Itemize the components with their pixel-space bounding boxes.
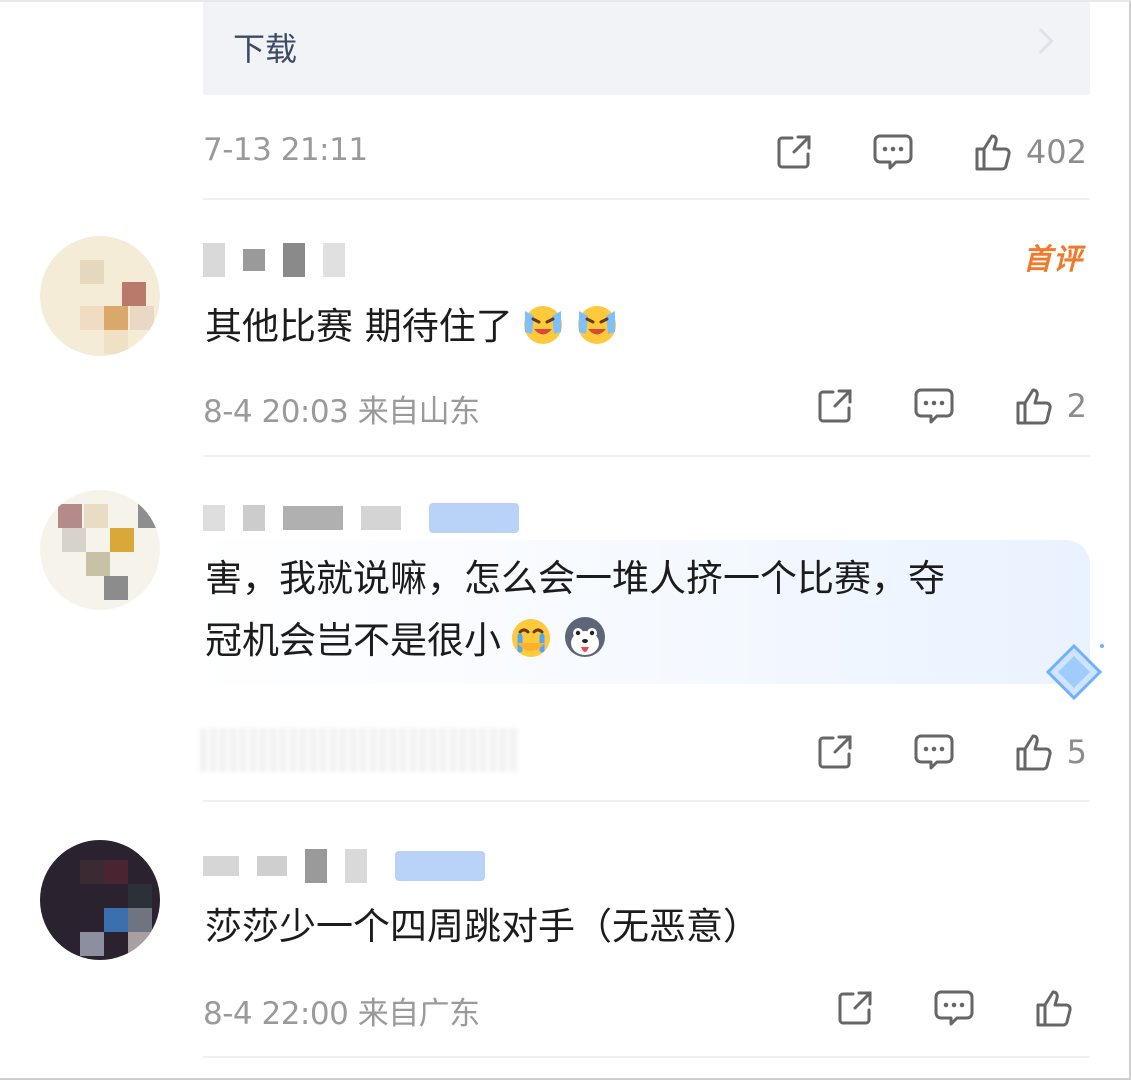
- comment-text-body: 其他比赛 期待住了: [205, 305, 513, 348]
- share-button[interactable]: [815, 732, 855, 772]
- comment-text-line-2-body: 冠机会岂不是很小: [205, 619, 501, 662]
- share-icon: [818, 389, 852, 423]
- post-actions: 402: [774, 130, 1087, 174]
- comment-meta-redacted: [200, 728, 520, 772]
- vip-name-tag: [395, 851, 485, 881]
- download-label: 下载: [233, 30, 298, 68]
- like-count: 2: [1066, 387, 1087, 425]
- first-comment-badge: 首评: [1022, 242, 1083, 276]
- avatar[interactable]: [40, 490, 160, 610]
- username-redacted[interactable]: [203, 240, 363, 280]
- like-button[interactable]: 5: [1013, 731, 1087, 773]
- divider: [203, 198, 1090, 200]
- share-icon: [818, 735, 852, 769]
- like-button[interactable]: 402: [972, 131, 1087, 173]
- divider: [203, 800, 1090, 802]
- comment-location: 来自山东: [357, 394, 481, 430]
- post-timestamp: 7-13 21:11: [203, 132, 368, 168]
- comment-time: 8-4 22:00: [203, 996, 349, 1032]
- avatar[interactable]: [40, 840, 160, 960]
- like-count: 402: [1025, 133, 1087, 171]
- divider: [203, 455, 1090, 457]
- comment-icon: [914, 388, 954, 424]
- comment-text-line-2: 冠机会岂不是很小: [205, 610, 945, 672]
- like-button[interactable]: 2: [1013, 385, 1087, 427]
- laugh-cry-emoji: [577, 306, 616, 344]
- comment-meta: 8-4 22:00 来自广东: [203, 988, 480, 1033]
- laugh-cry-emoji: [523, 306, 562, 344]
- husky-emoji: [565, 617, 605, 657]
- chevron-right-icon: [1028, 28, 1054, 54]
- username-redacted[interactable]: [203, 846, 485, 886]
- thumbs-up-icon: [1016, 734, 1052, 771]
- comment-button[interactable]: [872, 132, 914, 172]
- reply-button[interactable]: [913, 386, 955, 426]
- comment-text: 害，我就说嘛，怎么会一堆人挤一个比赛，夺 冠机会岂不是很小: [205, 548, 945, 672]
- share-button[interactable]: [835, 988, 875, 1028]
- share-button[interactable]: [774, 132, 814, 172]
- diamond-decoration-icon: [1045, 643, 1104, 701]
- comment-icon: [873, 134, 913, 170]
- comment-actions: [835, 986, 1087, 1030]
- comment-text: 莎莎少一个四周跳对手（无恶意）: [205, 905, 760, 948]
- reply-button[interactable]: [913, 732, 955, 772]
- comment-actions: 2: [815, 384, 1087, 428]
- like-count: 5: [1066, 733, 1087, 771]
- comment-location: 来自广东: [357, 996, 481, 1032]
- thumbs-up-icon: [975, 134, 1011, 171]
- comment-icon: [934, 990, 974, 1026]
- share-icon: [838, 991, 872, 1025]
- comment-meta: 8-4 20:03 来自山东: [203, 386, 480, 431]
- thumbs-up-icon: [1016, 388, 1052, 425]
- comment-text: 其他比赛 期待住了: [205, 296, 621, 358]
- like-button[interactable]: [1033, 987, 1087, 1029]
- comment-text-line-1: 害，我就说嘛，怎么会一堆人挤一个比赛，夺: [205, 557, 945, 600]
- username-redacted[interactable]: [203, 498, 519, 538]
- vip-name-tag: [429, 503, 519, 533]
- comment-time: 8-4 20:03: [203, 394, 349, 430]
- share-button[interactable]: [815, 386, 855, 426]
- avatar[interactable]: [40, 236, 160, 356]
- download-card[interactable]: 下载: [203, 2, 1090, 95]
- thumbs-up-icon: [1036, 990, 1072, 1027]
- crying-emoji: [512, 619, 550, 657]
- divider: [203, 1056, 1090, 1058]
- share-icon: [777, 135, 811, 169]
- reply-button[interactable]: [933, 988, 975, 1028]
- comment-icon: [914, 734, 954, 770]
- comment-actions: 5: [815, 730, 1087, 774]
